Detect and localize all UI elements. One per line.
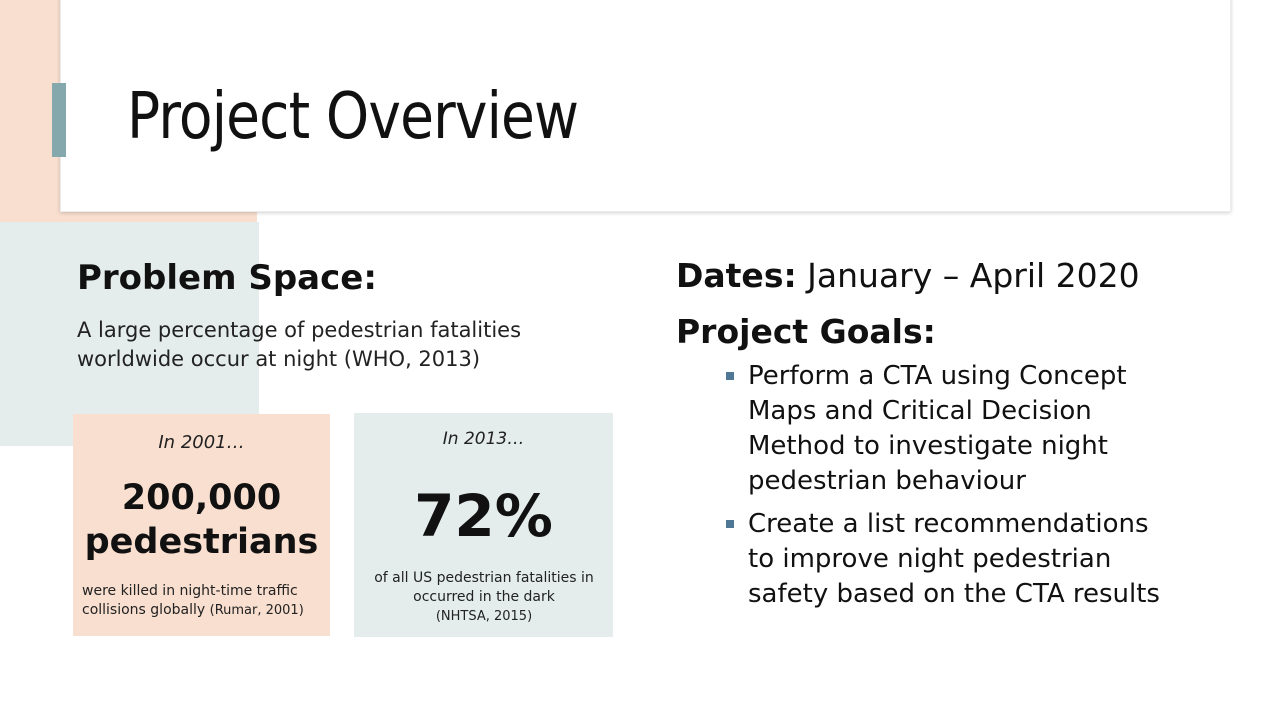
goal-text: Perform a CTA using Concept Maps and Cri… <box>748 361 1127 496</box>
problem-space-text: A large percentage of pedestrian fatalit… <box>77 318 522 371</box>
stat-source-rumar: (Rumar, 2001) <box>209 603 304 618</box>
title-accent-bar <box>52 83 66 157</box>
dates-value: January – April 2020 <box>807 256 1140 295</box>
stat-unit-pedestrians: pedestrians <box>84 522 319 562</box>
square-bullet-icon <box>726 372 734 380</box>
goal-item: Perform a CTA using Concept Maps and Cri… <box>724 359 1164 499</box>
square-bullet-icon <box>726 520 734 528</box>
page-title: Project Overview <box>127 80 579 154</box>
dates-label: Dates: <box>676 256 797 295</box>
stat-number-pedestrians: 200,000 <box>121 478 282 518</box>
stat-number-percent: 72% <box>414 482 553 550</box>
project-goals-list: Perform a CTA using Concept Maps and Cri… <box>724 359 1164 620</box>
stat-caption-2013: In 2013… <box>442 429 525 449</box>
stat-source-nhtsa: (NHTSA, 2015) <box>435 609 533 624</box>
dates-line: Dates: January – April 2020 <box>676 256 1140 295</box>
stat-note-2013: of all US pedestrian fatalities in occur… <box>364 569 604 626</box>
goal-text: Create a list recommendations to improve… <box>748 509 1160 609</box>
stat-caption-2001: In 2001… <box>158 432 245 453</box>
goal-item: Create a list recommendations to improve… <box>724 507 1164 612</box>
stat-note-2001: were killed in night-time traffic collis… <box>82 582 322 620</box>
problem-space-heading: Problem Space: <box>77 258 377 298</box>
project-goals-heading: Project Goals: <box>676 312 936 351</box>
stat-note-text-2013: of all US pedestrian fatalities in occur… <box>374 570 594 605</box>
